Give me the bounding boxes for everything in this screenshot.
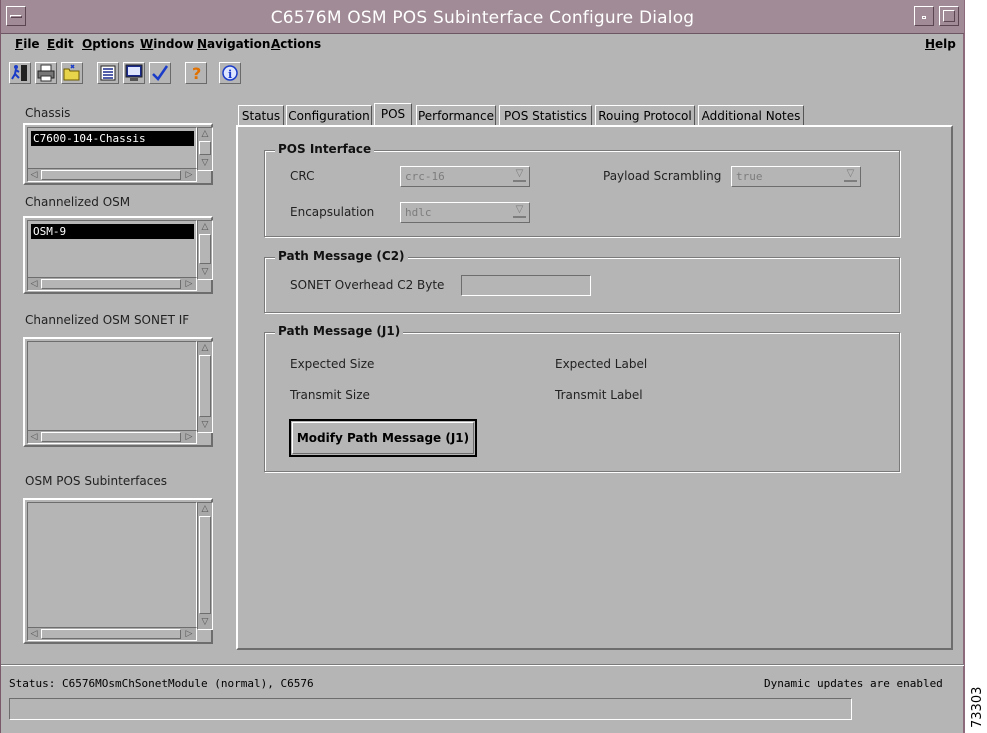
subinterfaces-label: OSM POS Subinterfaces [25, 474, 167, 488]
channelized-osm-label: Channelized OSM [25, 195, 131, 209]
divider [1, 664, 964, 666]
encapsulation-value: hdlc [405, 206, 432, 219]
scroll-down-icon[interactable]: ▽ [199, 157, 211, 169]
c2-byte-field[interactable] [461, 275, 591, 296]
vertical-scrollbar[interactable]: △ ▽ [197, 127, 213, 171]
path-c2-group: Path Message (C2) SONET Overhead C2 Byte [264, 249, 900, 313]
subinterfaces-list[interactable]: △ ▽ ◁ ▷ [23, 498, 213, 644]
scroll-left-icon[interactable]: ◁ [28, 278, 40, 290]
chevron-down-icon: ▽ [844, 169, 857, 182]
scroll-right-icon[interactable]: ▷ [183, 169, 195, 181]
menu-options[interactable]: Options [82, 37, 135, 51]
payload-scrambling-label: Payload Scrambling [603, 169, 722, 183]
svg-text:i: i [228, 68, 232, 81]
menu-navigation[interactable]: Navigation [197, 37, 270, 51]
vertical-scrollbar[interactable]: △ ▽ [197, 220, 213, 280]
horizontal-scrollbar[interactable]: ◁ ▷ [27, 430, 197, 444]
encapsulation-select[interactable]: hdlc ▽ [400, 202, 530, 223]
scroll-left-icon[interactable]: ◁ [28, 628, 40, 640]
crc-value: crc-16 [405, 170, 445, 183]
dynamic-updates-status: Dynamic updates are enabled [764, 677, 943, 690]
encapsulation-label: Encapsulation [290, 205, 375, 219]
list-item-osm[interactable]: OSM-9 [31, 224, 194, 239]
monitor-icon[interactable] [123, 62, 145, 84]
scroll-right-icon[interactable]: ▷ [183, 431, 195, 443]
crc-select[interactable]: crc-16 ▽ [400, 166, 530, 187]
payload-scrambling-select[interactable]: true ▽ [731, 166, 861, 187]
transmit-size-label: Transmit Size [290, 388, 370, 402]
scroll-up-icon[interactable]: △ [199, 221, 211, 233]
tab-performance[interactable]: Performance [416, 105, 496, 126]
menu-window[interactable]: Window [140, 37, 194, 51]
tab-pos-statistics[interactable]: POS Statistics [499, 105, 592, 126]
scroll-down-icon[interactable]: ▽ [199, 266, 211, 278]
svg-text:?: ? [192, 64, 201, 83]
chevron-down-icon: ▽ [513, 205, 526, 218]
crc-label: CRC [290, 169, 315, 183]
expected-label-label: Expected Label [555, 357, 648, 371]
expected-size-label: Expected Size [290, 357, 375, 371]
modify-path-message-button[interactable]: Modify Path Message (J1) [289, 419, 477, 457]
dialog-window: C6576M OSM POS Subinterface Configure Di… [0, 0, 965, 733]
scroll-up-icon[interactable]: △ [199, 342, 211, 354]
path-j1-group: Path Message (J1) Expected Size Expected… [264, 324, 900, 472]
vertical-scrollbar[interactable]: △ ▽ [197, 341, 213, 433]
path-j1-title: Path Message (J1) [275, 324, 404, 338]
print-icon[interactable] [35, 62, 57, 84]
horizontal-scrollbar[interactable]: ◁ ▷ [27, 627, 197, 641]
scrambling-value: true [736, 170, 763, 183]
transmit-label-label: Transmit Label [555, 388, 643, 402]
toolbar: ? i [7, 60, 307, 90]
scroll-up-icon[interactable]: △ [199, 503, 211, 515]
pos-tab-panel: POS Interface CRC crc-16 ▽ Payload Scram… [236, 125, 953, 650]
figure-id: 73303 [970, 686, 985, 728]
maximize-icon[interactable] [939, 6, 959, 26]
menu-actions[interactable]: Actions [271, 37, 321, 51]
checkmark-icon[interactable] [149, 62, 171, 84]
scroll-right-icon[interactable]: ▷ [183, 278, 195, 290]
tab-additional-notes[interactable]: Additional Notes [698, 105, 804, 126]
scroll-left-icon[interactable]: ◁ [28, 169, 40, 181]
c2-byte-label: SONET Overhead C2 Byte [290, 278, 445, 292]
message-field [9, 698, 852, 720]
window-title: C6576M OSM POS Subinterface Configure Di… [270, 8, 695, 28]
info-icon[interactable]: i [219, 62, 241, 84]
channelized-osm-list[interactable]: OSM-9 △ ▽ ◁ ▷ [23, 216, 213, 294]
minimize-icon[interactable] [914, 6, 934, 26]
scroll-down-icon[interactable]: ▽ [199, 616, 211, 628]
menu-edit[interactable]: Edit [47, 37, 74, 51]
menu-file[interactable]: File [15, 37, 40, 51]
menu-bar: File Edit Options Window Navigation Acti… [1, 34, 964, 58]
list-icon[interactable] [97, 62, 119, 84]
tab-routing-protocol[interactable]: Rouing Protocol [595, 105, 695, 126]
pos-interface-group: POS Interface CRC crc-16 ▽ Payload Scram… [264, 142, 900, 237]
chassis-list[interactable]: C7600-104-Chassis △ ▽ ◁ ▷ [23, 123, 213, 185]
chassis-label: Chassis [25, 106, 71, 120]
tab-configuration[interactable]: Configuration [286, 105, 372, 126]
status-text: Status: C6576MOsmChSonetModule (normal),… [9, 677, 314, 690]
chevron-down-icon: ▽ [513, 169, 526, 182]
modify-path-message-label: Modify Path Message (J1) [292, 422, 474, 454]
tab-pos[interactable]: POS [374, 103, 412, 127]
horizontal-scrollbar[interactable]: ◁ ▷ [27, 277, 197, 291]
horizontal-scrollbar[interactable]: ◁ ▷ [27, 168, 197, 182]
scroll-right-icon[interactable]: ▷ [183, 628, 195, 640]
sonet-if-label: Channelized OSM SONET IF [25, 313, 190, 327]
scroll-up-icon[interactable]: △ [199, 128, 211, 140]
tab-status[interactable]: Status [238, 105, 284, 126]
exit-icon[interactable] [9, 62, 31, 84]
scroll-left-icon[interactable]: ◁ [28, 431, 40, 443]
sonet-if-list[interactable]: △ ▽ ◁ ▷ [23, 337, 213, 447]
open-folder-icon[interactable] [61, 62, 83, 84]
vertical-scrollbar[interactable]: △ ▽ [197, 502, 213, 630]
help-question-icon[interactable]: ? [185, 62, 207, 84]
title-bar[interactable]: C6576M OSM POS Subinterface Configure Di… [1, 0, 964, 34]
pos-interface-title: POS Interface [275, 142, 375, 156]
path-c2-title: Path Message (C2) [275, 249, 408, 263]
list-item-chassis[interactable]: C7600-104-Chassis [31, 131, 194, 146]
tab-bar: Status Configuration POS Performance POS… [236, 103, 954, 127]
scroll-down-icon[interactable]: ▽ [199, 419, 211, 431]
menu-help[interactable]: Help [925, 37, 956, 51]
